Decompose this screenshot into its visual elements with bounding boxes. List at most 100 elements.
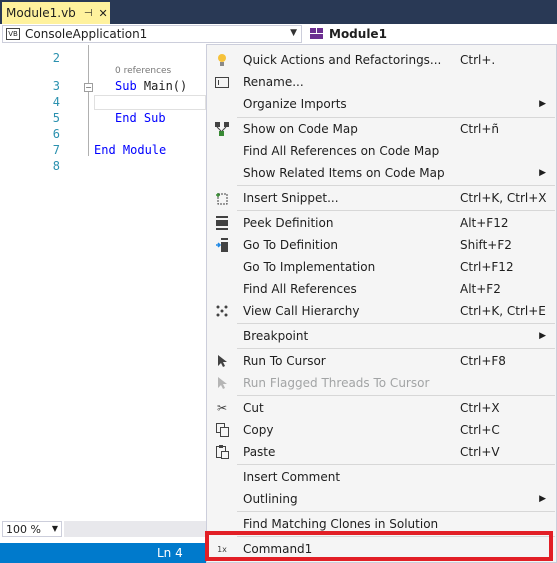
menu-item-insert-snippet[interactable]: Insert Snippet... Ctrl+K, Ctrl+X <box>207 187 556 209</box>
peek-icon <box>213 214 231 232</box>
tab-module1[interactable]: Module1.vb ⊣ ✕ <box>2 2 110 24</box>
menu-item-run-flagged-threads: Run Flagged Threads To Cursor <box>207 372 556 394</box>
menu-item-show-related-items[interactable]: Show Related Items on Code Map ▶ <box>207 162 556 184</box>
menu-item-shortcut: Ctrl+F8 <box>460 354 506 368</box>
code-line-end-sub: End Sub <box>115 111 166 125</box>
outline-guide <box>88 45 89 83</box>
menu-item-run-to-cursor[interactable]: Run To Cursor Ctrl+F8 <box>207 350 556 372</box>
module-icon <box>310 28 324 40</box>
menu-item-label: Organize Imports <box>243 97 347 111</box>
menu-item-outlining[interactable]: Outlining ▶ <box>207 488 556 510</box>
menu-item-label: Cut <box>243 401 264 415</box>
zoom-level: 100 % <box>6 522 41 536</box>
highlight-box <box>205 531 553 561</box>
chevron-down-icon: ▼ <box>290 28 297 38</box>
line-number: 6 <box>52 127 60 141</box>
project-dropdown[interactable]: VB ConsoleApplication1 ▼ <box>2 25 302 43</box>
menu-item-label: Peek Definition <box>243 216 334 230</box>
menu-separator <box>237 348 555 349</box>
line-number: 8 <box>52 159 60 173</box>
menu-item-shortcut: Ctrl+K, Ctrl+E <box>460 304 546 318</box>
menu-item-go-to-definition[interactable]: Go To Definition Shift+F2 <box>207 234 556 256</box>
code-line-sub-main: Sub Main() <box>115 79 187 93</box>
menu-item-peek-definition[interactable]: Peek Definition Alt+F12 <box>207 212 556 234</box>
menu-item-label: Run Flagged Threads To Cursor <box>243 376 430 390</box>
outline-guide <box>88 92 89 156</box>
line-number: 2 <box>52 51 60 65</box>
line-number: 4 <box>52 95 60 109</box>
lightbulb-icon <box>213 51 231 69</box>
menu-item-view-call-hierarchy[interactable]: View Call Hierarchy Ctrl+K, Ctrl+E <box>207 300 556 322</box>
snippet-icon <box>213 189 231 207</box>
menu-item-label: Find Matching Clones in Solution <box>243 517 439 531</box>
menu-item-rename[interactable]: Rename... <box>207 71 556 93</box>
code-line-end-module: End Module <box>94 143 167 157</box>
project-name: ConsoleApplication1 <box>25 27 148 41</box>
menu-item-find-refs-code-map[interactable]: Find All References on Code Map <box>207 140 556 162</box>
submenu-arrow-icon: ▶ <box>539 331 546 341</box>
pin-icon[interactable]: ⊣ <box>84 8 93 19</box>
menu-item-paste[interactable]: Paste Ctrl+V <box>207 441 556 463</box>
menu-item-shortcut: Ctrl+. <box>460 53 496 67</box>
menu-separator <box>237 395 555 396</box>
menu-item-show-on-code-map[interactable]: Show on Code Map Ctrl+ñ <box>207 118 556 140</box>
menu-item-label: Go To Definition <box>243 238 339 252</box>
menu-separator <box>237 464 555 465</box>
menu-item-label: View Call Hierarchy <box>243 304 360 318</box>
menu-item-label: Find All References on Code Map <box>243 144 440 158</box>
line-indicator: Ln 4 <box>157 546 183 560</box>
menu-item-cut[interactable]: ✂ Cut Ctrl+X <box>207 397 556 419</box>
module-name: Module1 <box>329 27 387 41</box>
menu-item-label: Insert Comment <box>243 470 341 484</box>
zoom-dropdown[interactable]: 100 % ▼ <box>2 521 62 537</box>
codelens-references[interactable]: 0 references <box>115 66 171 76</box>
menu-separator <box>237 323 555 324</box>
submenu-arrow-icon: ▶ <box>539 494 546 504</box>
menu-item-copy[interactable]: Copy Ctrl+C <box>207 419 556 441</box>
menu-item-label: Rename... <box>243 75 304 89</box>
menu-item-label: Outlining <box>243 492 298 506</box>
menu-item-label: Insert Snippet... <box>243 191 339 205</box>
goto-definition-icon <box>213 236 231 254</box>
code-map-icon <box>213 120 231 138</box>
menu-item-label: Quick Actions and Refactorings... <box>243 53 442 67</box>
menu-item-label: Breakpoint <box>243 329 309 343</box>
navigation-bar: VB ConsoleApplication1 ▼ Module1 <box>0 24 557 46</box>
menu-item-find-all-references[interactable]: Find All References Alt+F2 <box>207 278 556 300</box>
menu-item-label: Show Related Items on Code Map <box>243 166 445 180</box>
module-dropdown[interactable]: Module1 <box>306 25 556 43</box>
paste-icon <box>213 443 231 461</box>
code-editor[interactable]: 2 0 references 3 4 5 6 7 8 − Sub Main() … <box>0 45 206 519</box>
line-number: 3 <box>52 79 60 93</box>
menu-item-insert-comment[interactable]: Insert Comment <box>207 466 556 488</box>
menu-item-label: Paste <box>243 445 276 459</box>
menu-item-shortcut: Ctrl+V <box>460 445 500 459</box>
menu-item-label: Find All References <box>243 282 357 296</box>
cursor-icon <box>213 352 231 370</box>
menu-item-label: Copy <box>243 423 274 437</box>
menu-item-shortcut: Alt+F2 <box>460 282 501 296</box>
code-text: Main() <box>136 79 188 93</box>
menu-item-label: Run To Cursor <box>243 354 326 368</box>
menu-item-quick-actions[interactable]: Quick Actions and Refactorings... Ctrl+. <box>207 49 556 71</box>
menu-separator <box>237 185 555 186</box>
menu-item-organize-imports[interactable]: Organize Imports ▶ <box>207 93 556 115</box>
vb-project-icon: VB <box>6 28 20 40</box>
menu-separator <box>237 210 555 211</box>
document-tab-strip: Module1.vb ⊣ ✕ <box>0 0 557 24</box>
line-number: 7 <box>52 143 60 157</box>
keyword: Sub <box>115 79 137 93</box>
horizontal-scrollbar[interactable] <box>64 521 206 537</box>
menu-item-shortcut: Ctrl+K, Ctrl+X <box>460 191 547 205</box>
close-icon[interactable]: ✕ <box>99 7 108 20</box>
menu-separator <box>237 511 555 512</box>
cursor-icon <box>213 374 231 392</box>
menu-item-shortcut: Ctrl+F12 <box>460 260 514 274</box>
current-line-highlight <box>94 95 206 110</box>
submenu-arrow-icon: ▶ <box>539 168 546 178</box>
copy-icon <box>213 421 231 439</box>
collapse-toggle[interactable]: − <box>84 83 93 92</box>
menu-item-go-to-implementation[interactable]: Go To Implementation Ctrl+F12 <box>207 256 556 278</box>
menu-item-breakpoint[interactable]: Breakpoint ▶ <box>207 325 556 347</box>
submenu-arrow-icon: ▶ <box>539 99 546 109</box>
